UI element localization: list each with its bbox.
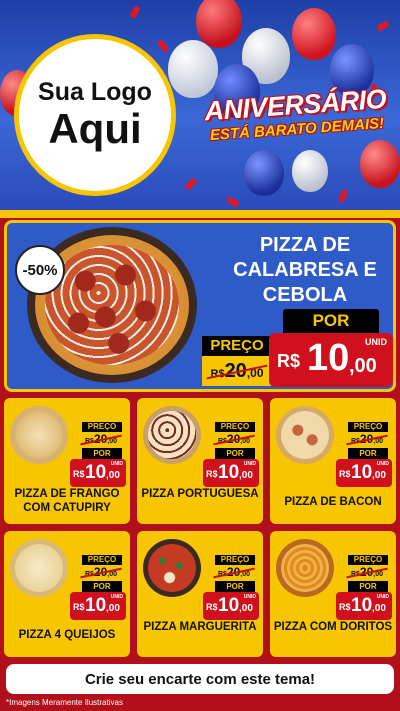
balloon-white [168, 40, 218, 98]
pizza-doritos-image [276, 539, 334, 597]
product-card[interactable]: PREÇO R$20,00 POR R$10,00UNID PIZZA COM … [270, 531, 396, 657]
por-label: POR [82, 581, 122, 592]
featured-title: PIZZA DE CALABRESA E CEBOLA [233, 234, 377, 306]
old-price: R$20,00 [209, 565, 259, 579]
discount-badge: -50% [15, 245, 65, 295]
anniversary-title-block: ANIVERSÁRIO ESTÁ BARATO DEMAIS! [195, 84, 398, 145]
preco-label: PREÇO [215, 422, 255, 432]
por-label: POR [283, 309, 379, 333]
product-name: PIZZA MARGUERITA [143, 621, 257, 633]
product-card[interactable]: PREÇO R$20,00 POR R$10,00UNID PIZZA 4 QU… [4, 531, 130, 657]
old-price-box: PREÇO R$20,00 [202, 336, 272, 386]
confetti [226, 196, 240, 208]
balloon-white [292, 150, 328, 192]
preco-label: PREÇO [348, 555, 388, 565]
logo-placeholder[interactable]: Sua Logo Aqui [14, 34, 176, 196]
pizza-bacon-image [276, 406, 334, 464]
confetti [156, 39, 170, 53]
confetti [338, 189, 348, 203]
old-price: R$20,00 [76, 565, 126, 579]
new-price: R$ 10 ,00 UNID [269, 333, 393, 387]
product-name: PIZZA DE FRANGO COM CATUPIRY [14, 488, 120, 514]
divider-strip [0, 210, 400, 218]
por-label: POR [348, 581, 388, 592]
balloon-red [196, 0, 242, 48]
balloon-blue [244, 150, 284, 196]
product-card[interactable]: PREÇO R$20,00 POR R$10,00UNID PIZZA DE B… [270, 398, 396, 524]
old-price: R$20,00 [209, 432, 259, 446]
product-card[interactable]: PREÇO R$20,00 POR R$10,00UNID PIZZA DE F… [4, 398, 130, 524]
balloon-red [292, 8, 336, 60]
logo-text-line1: Sua Logo [38, 78, 152, 107]
new-price: R$ 10,00 UNID [70, 592, 126, 620]
preco-label: PREÇO [215, 555, 255, 565]
old-price: R$20,00 [202, 356, 272, 386]
product-name: PIZZA PORTUGUESA [141, 488, 259, 500]
balloon-red [360, 140, 400, 188]
por-label: POR [215, 448, 255, 459]
confetti [376, 20, 390, 32]
header-banner: Sua Logo Aqui ANIVERSÁRIO ESTÁ BARATO DE… [0, 0, 400, 214]
cta-button[interactable]: Crie seu encarte com este tema! [6, 664, 394, 694]
preco-label: PREÇO [82, 555, 122, 565]
product-card[interactable]: PREÇO R$20,00 POR R$10,00UNID PIZZA PORT… [137, 398, 263, 524]
preco-label: PREÇO [202, 336, 272, 356]
confetti [129, 5, 141, 19]
new-price: R$ 10,00 UNID [203, 459, 259, 487]
product-name: PIZZA DE BACON [284, 496, 382, 508]
new-price: R$ 10,00 UNID [70, 459, 126, 487]
old-price: R$20,00 [342, 432, 392, 446]
new-price: R$ 10,00 UNID [203, 592, 259, 620]
pizza-frango-image [10, 406, 68, 464]
logo-text-line2: Aqui [48, 104, 142, 152]
new-price: R$ 10,00 UNID [336, 592, 392, 620]
featured-offer[interactable]: -50% PIZZA DE CALABRESA E CEBOLA PREÇO R… [4, 220, 396, 392]
por-label: POR [215, 581, 255, 592]
pizza-portuguesa-image [143, 406, 201, 464]
disclaimer-text: *Imagens Meramente Ilustrativas [6, 698, 123, 707]
product-card[interactable]: PREÇO R$20,00 POR R$10,00UNID PIZZA MARG… [137, 531, 263, 657]
old-price: R$20,00 [76, 432, 126, 446]
product-name: PIZZA 4 QUEIJOS [18, 629, 116, 641]
por-label: POR [82, 448, 122, 459]
preco-label: PREÇO [82, 422, 122, 432]
confetti [184, 177, 198, 191]
por-label: POR [348, 448, 388, 459]
preco-label: PREÇO [348, 422, 388, 432]
pizza-marguerita-image [143, 539, 201, 597]
pizza-4-queijos-image [10, 539, 68, 597]
product-name: PIZZA COM DORITOS [273, 621, 393, 633]
new-price: R$ 10,00 UNID [336, 459, 392, 487]
old-price: R$20,00 [342, 565, 392, 579]
